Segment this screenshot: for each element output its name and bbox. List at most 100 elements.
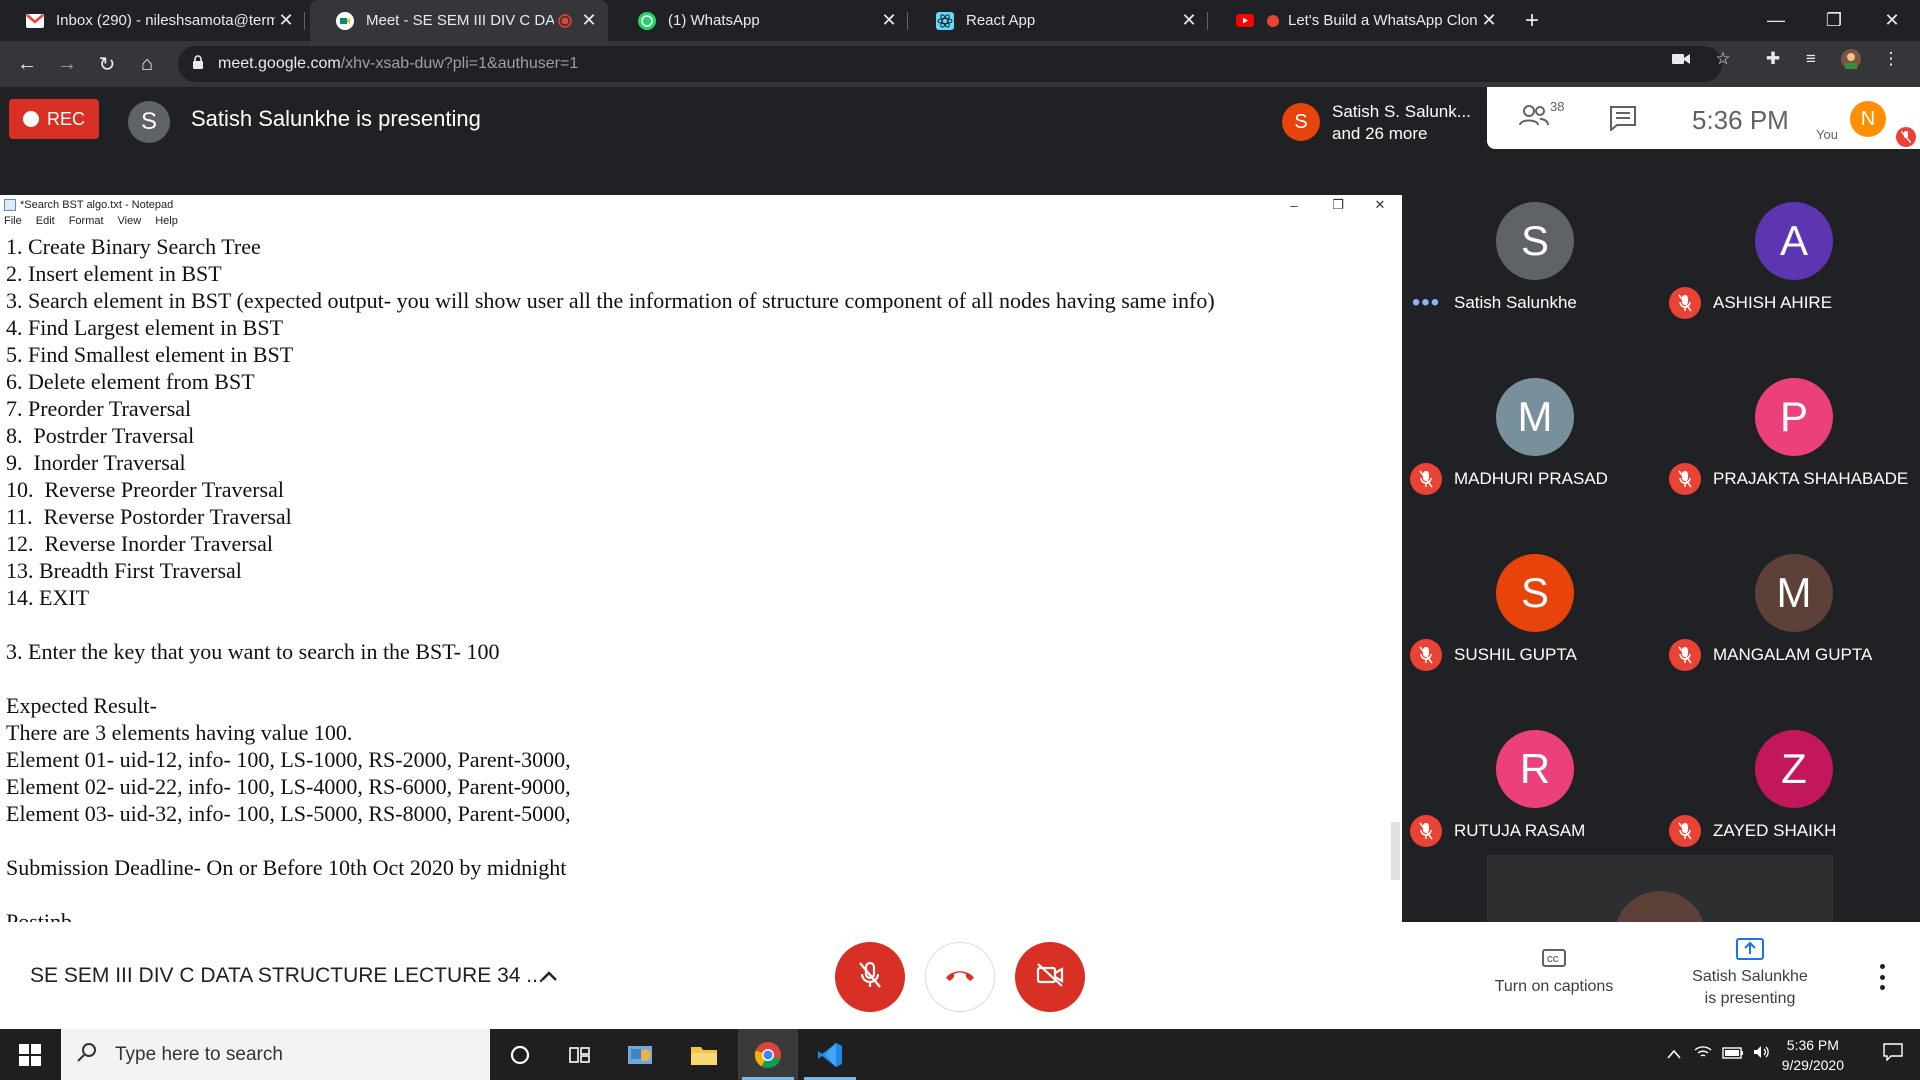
- microphone-muted-icon: [1669, 639, 1701, 671]
- self-avatar[interactable]: N: [1850, 101, 1886, 137]
- home-icon[interactable]: ⌂: [132, 49, 162, 79]
- notification-center-icon[interactable]: [1866, 1043, 1920, 1066]
- tab-youtube[interactable]: Let's Build a WhatsApp Clone ✕: [1210, 0, 1508, 41]
- microphone-muted-icon: [1669, 287, 1701, 319]
- people-app-icon[interactable]: [612, 1029, 672, 1080]
- participant-name: PRAJAKTA SHAHABADE: [1713, 469, 1909, 488]
- participant-tile[interactable]: P PRAJAKTA SHAHABADE: [1661, 374, 1920, 550]
- leave-call-button[interactable]: [925, 942, 995, 1012]
- chevron-up-icon[interactable]: [1660, 1046, 1688, 1064]
- active-speaker-box[interactable]: S Satish S. Salunk... and 26 more: [1272, 92, 1486, 152]
- more-options-icon[interactable]: [1874, 964, 1890, 990]
- microphone-muted-icon: [1669, 463, 1701, 495]
- windows-taskbar: Type here to search 5:36 PM 9/29/2020: [0, 1029, 1920, 1080]
- notepad-scrollbar: [1388, 232, 1402, 922]
- battery-icon[interactable]: [1718, 1046, 1748, 1064]
- presenting-label-line2: is presenting: [1704, 990, 1796, 1007]
- participant-avatar: M: [1496, 378, 1574, 456]
- notepad-restore-icon: ❐: [1332, 197, 1344, 212]
- notepad-line: 2. Insert element in BST: [6, 261, 222, 286]
- notepad-line: 3. Search element in BST (expected outpu…: [6, 288, 1215, 313]
- close-tab-icon[interactable]: ✕: [1478, 10, 1500, 31]
- task-view-icon[interactable]: [550, 1029, 610, 1080]
- media-control-icon[interactable]: ≡: [1800, 48, 1822, 70]
- volume-icon[interactable]: [1748, 1045, 1776, 1064]
- presenting-button[interactable]: Satish Salunkhe is presenting: [1678, 938, 1822, 1010]
- notepad-line: Submission Deadline- On or Before 10th O…: [6, 855, 567, 880]
- presenter-avatar: S: [128, 101, 170, 143]
- close-tab-icon[interactable]: ✕: [1178, 10, 1200, 31]
- close-window-icon[interactable]: ✕: [1864, 0, 1920, 41]
- notepad-line: 1. Create Binary Search Tree: [6, 234, 261, 259]
- notepad-line: 6. Delete element from BST: [6, 369, 255, 394]
- chrome-taskbar-icon[interactable]: [738, 1029, 798, 1080]
- taskbar-search-box[interactable]: Type here to search: [61, 1029, 490, 1080]
- vscode-taskbar-icon[interactable]: [800, 1029, 860, 1080]
- notepad-title: *Search BST algo.txt - Notepad: [20, 199, 174, 211]
- phone-hangup-icon: [944, 968, 976, 987]
- participant-tile[interactable]: S SUSHIL GUPTA: [1402, 550, 1661, 726]
- new-tab-icon[interactable]: +: [1504, 0, 1560, 41]
- taskbar-time: 5:36 PM: [1786, 1036, 1839, 1053]
- restore-window-icon[interactable]: ❐: [1806, 0, 1862, 41]
- camera-off-icon: [1035, 962, 1065, 993]
- back-icon[interactable]: ←: [12, 49, 42, 79]
- notepad-line: [6, 611, 1386, 638]
- recording-badge[interactable]: REC: [9, 99, 99, 139]
- meeting-title[interactable]: SE SEM III DIV C DATA STRUCTURE LECTURE …: [30, 964, 544, 988]
- profile-avatar-icon[interactable]: [1840, 48, 1862, 70]
- chat-icon[interactable]: [1609, 105, 1637, 136]
- participant-tile[interactable]: S ••• Satish Salunkhe: [1402, 198, 1661, 374]
- browser-menu-icon[interactable]: ⋮: [1880, 48, 1902, 70]
- extensions-icon[interactable]: ✚: [1762, 48, 1784, 70]
- notepad-line: [6, 881, 1386, 908]
- forward-icon[interactable]: →: [52, 49, 82, 79]
- notepad-line: There are 3 elements having value 100.: [6, 720, 353, 745]
- google-meet-icon: [336, 11, 354, 30]
- notepad-line: 11. Reverse Postorder Traversal: [6, 504, 292, 529]
- tab-react-app[interactable]: React App ✕: [910, 0, 1208, 41]
- notepad-line: 3. Enter the key that you want to search…: [6, 639, 500, 664]
- tab-whatsapp[interactable]: (1) WhatsApp ✕: [612, 0, 908, 41]
- taskbar-clock[interactable]: 5:36 PM 9/29/2020: [1782, 1035, 1844, 1075]
- file-explorer-icon[interactable]: [674, 1029, 734, 1080]
- bookmark-star-icon[interactable]: ☆: [1712, 48, 1734, 70]
- participants-button[interactable]: 38: [1518, 99, 1566, 137]
- participant-avatar: S: [1496, 202, 1574, 280]
- tab-gmail[interactable]: Inbox (290) - nileshsamota@term ✕: [0, 0, 305, 41]
- minimize-window-icon[interactable]: —: [1748, 0, 1804, 41]
- wifi-icon[interactable]: [1688, 1045, 1718, 1064]
- tab-title: Inbox (290) - nileshsamota@term: [56, 12, 275, 29]
- svg-text:CC: CC: [1547, 955, 1559, 964]
- participant-label: MANGALAM GUPTA: [1669, 639, 1872, 671]
- camera-toggle-button[interactable]: [1015, 942, 1085, 1012]
- tab-title: Let's Build a WhatsApp Clone: [1288, 12, 1478, 29]
- captions-button[interactable]: CC Turn on captions: [1482, 948, 1626, 998]
- participant-tile[interactable]: A ASHISH AHIRE: [1661, 198, 1920, 374]
- notepad-line: Element 01- uid-12, info- 100, LS-1000, …: [6, 747, 571, 772]
- camera-in-use-icon[interactable]: [1670, 48, 1692, 70]
- windows-start-icon[interactable]: [0, 1029, 60, 1080]
- close-tab-icon[interactable]: ✕: [578, 10, 600, 31]
- close-tab-icon[interactable]: ✕: [878, 10, 900, 31]
- notepad-line: 10. Reverse Preorder Traversal: [6, 477, 284, 502]
- participant-avatar: A: [1755, 202, 1833, 280]
- microphone-toggle-button[interactable]: [835, 942, 905, 1012]
- participant-tile[interactable]: M MADHURI PRASAD: [1402, 374, 1661, 550]
- reload-icon[interactable]: ↻: [92, 49, 122, 79]
- rec-label: REC: [46, 108, 85, 129]
- meeting-clock: 5:36 PM: [1692, 105, 1789, 135]
- participant-avatar: Z: [1755, 730, 1833, 808]
- speaker-avatar: S: [1282, 103, 1320, 141]
- tab-meet[interactable]: Meet - SE SEM III DIV C DATA ✕: [310, 0, 608, 41]
- participant-tile[interactable]: M MANGALAM GUPTA: [1661, 550, 1920, 726]
- chevron-up-icon[interactable]: [540, 962, 558, 988]
- cortana-icon[interactable]: [490, 1029, 550, 1080]
- browser-toolbar: ← → ↻ ⌂ meet.google.com/xhv-xsab-duw?pli…: [0, 41, 1920, 87]
- present-screen-icon: [1678, 938, 1822, 966]
- shared-screen-notepad: *Search BST algo.txt - Notepad – ❐ ✕ Fil…: [0, 195, 1402, 922]
- close-tab-icon[interactable]: ✕: [275, 10, 297, 31]
- notepad-icon: [4, 199, 16, 211]
- speaker-name: Satish S. Salunk...: [1332, 102, 1471, 121]
- address-bar[interactable]: meet.google.com/xhv-xsab-duw?pli=1&authu…: [178, 46, 1722, 82]
